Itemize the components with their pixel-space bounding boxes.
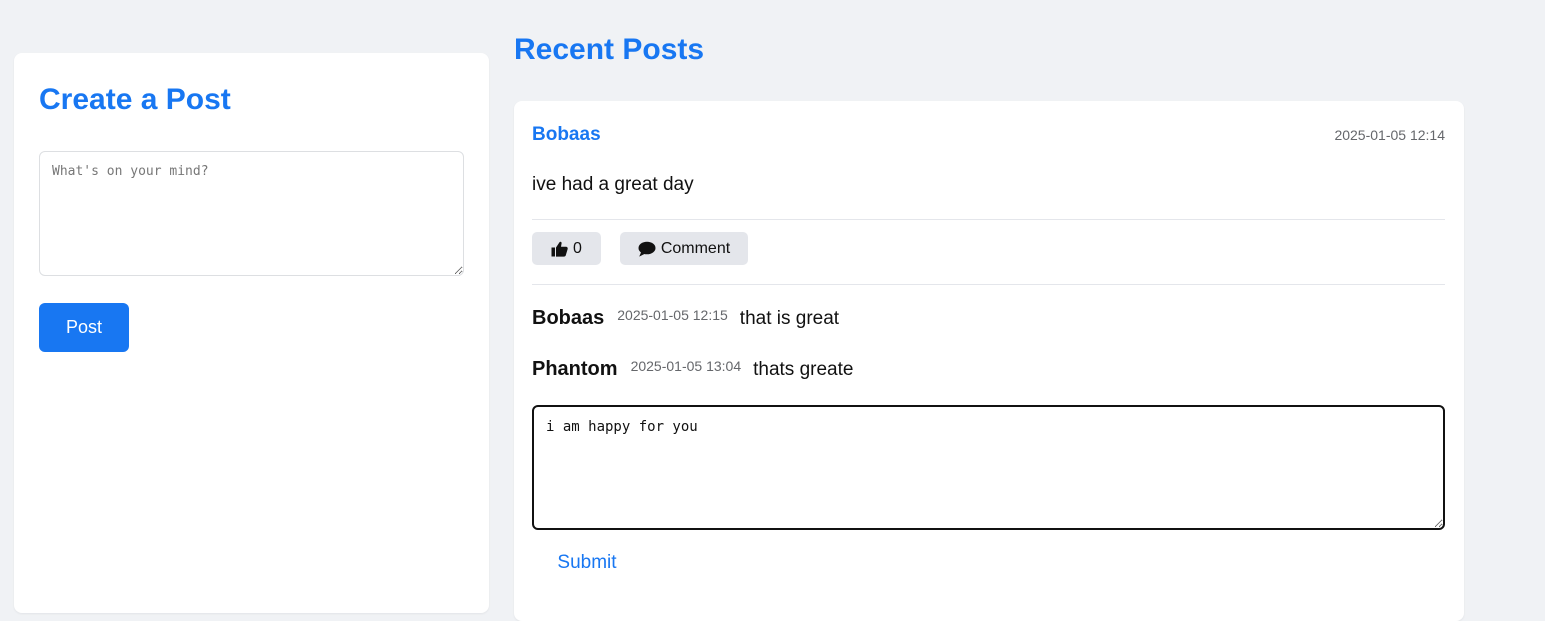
comment-item: Phantom 2025-01-05 13:04 thats greate (532, 358, 853, 381)
comment-text: that is great (739, 308, 840, 329)
post-author[interactable]: Bobaas (532, 124, 601, 146)
submit-comment-button[interactable]: Submit (532, 546, 642, 580)
create-post-card: Create a Post Post (14, 53, 489, 613)
comment-input[interactable]: i am happy for you (532, 405, 1445, 530)
recent-posts-title: Recent Posts (514, 33, 705, 66)
thumbs-up-icon (551, 241, 568, 257)
comment-author: Phantom (532, 358, 618, 380)
post-divider (532, 219, 1445, 220)
post-timestamp: 2025-01-05 12:14 (1334, 127, 1445, 143)
actions-divider (532, 284, 1445, 285)
comment-bubble-icon (638, 241, 656, 257)
like-count: 0 (573, 239, 582, 257)
comment-button-label: Comment (660, 239, 731, 257)
comment-author: Bobaas (532, 307, 605, 329)
post-content: ive had a great day (532, 174, 694, 195)
comment-timestamp: 2025-01-05 13:04 (630, 358, 742, 374)
post-card: Bobaas 2025-01-05 12:14 ive had a great … (514, 101, 1464, 621)
comment-button[interactable]: Comment (620, 232, 748, 265)
create-post-title: Create a Post (39, 83, 231, 116)
like-button[interactable]: 0 (532, 232, 601, 265)
comment-timestamp: 2025-01-05 12:15 (617, 307, 728, 323)
post-textarea[interactable] (39, 151, 464, 276)
comment-text: thats greate (753, 359, 854, 380)
post-button[interactable]: Post (39, 303, 129, 352)
comment-item: Bobaas 2025-01-05 12:15 that is great (532, 307, 839, 330)
